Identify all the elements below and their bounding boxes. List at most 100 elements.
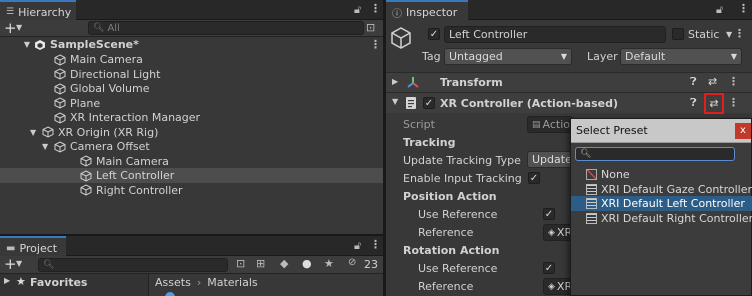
hierarchy-item-label: Camera Offset (70, 140, 150, 153)
hierarchy-item[interactable]: Main Camera (0, 52, 383, 67)
hierarchy-item[interactable]: Directional Light (0, 67, 383, 82)
chevron-down-icon[interactable]: ▼ (0, 40, 30, 49)
kebab-menu-icon[interactable]: ⋮ (738, 2, 749, 15)
chevron-right-icon[interactable]: ▶ (392, 77, 398, 86)
help-icon[interactable]: ❓︎ (690, 96, 697, 110)
search-icon: 🔍︎ (580, 149, 592, 159)
layer-dropdown[interactable]: Default ▼ (620, 48, 742, 65)
xr-controller-component-header[interactable]: ▼ ✓ XR Controller (Action-based) ❓︎ ⇄ ⋮ (386, 92, 752, 114)
chevron-down-icon[interactable]: ▼ (42, 142, 50, 151)
hierarchy-item[interactable]: Plane (0, 96, 383, 111)
transform-component-header[interactable]: ▶ Transform ❓︎ ⇄ ⋮ (386, 72, 752, 92)
project-tabbar: ▬ Project 🔓︎ ⋮ (0, 236, 383, 256)
preset-option-label: XRI Default Right Controller (601, 211, 752, 225)
chevron-right-icon[interactable]: ▶ (4, 276, 10, 285)
hierarchy-item[interactable]: Global Volume (0, 81, 383, 96)
close-icon: x (740, 125, 746, 136)
lock-icon[interactable]: 🔓︎ (354, 239, 361, 253)
hierarchy-item[interactable]: ▼ Camera Offset (0, 139, 383, 154)
search-by-type-icon[interactable]: ⊡ (236, 257, 245, 270)
update-tracking-type-dropdown[interactable]: Update (527, 151, 573, 168)
preset-icon (586, 212, 597, 224)
filter-icon[interactable]: ⊞ (256, 257, 265, 270)
rotation-reference-field[interactable]: ◈ XR (543, 278, 573, 295)
preset-icon[interactable]: ⇄ (708, 75, 717, 88)
info-icon[interactable]: ● (302, 257, 312, 270)
kebab-menu-icon[interactable]: ⋮ (728, 96, 739, 109)
kebab-menu-icon[interactable]: ⋮ (734, 27, 745, 40)
tab-project-label: Project (19, 241, 58, 255)
transform-icon (407, 77, 419, 88)
component-enabled-checkbox[interactable]: ✓ (423, 97, 435, 109)
lock-icon[interactable]: 🔓︎ (716, 3, 723, 17)
hierarchy-item-label: XR Origin (XR Rig) (58, 125, 159, 139)
add-button[interactable]: + (4, 255, 17, 273)
hierarchy-toolbar: + ▼ 🔍︎ All ⊡ (0, 19, 383, 37)
close-button[interactable]: x (735, 123, 751, 139)
favorites-label[interactable]: Favorites (30, 276, 87, 289)
chevron-down-icon[interactable]: ▼ (16, 23, 22, 32)
chevron-down-icon[interactable]: ▼ (30, 128, 38, 137)
scene-name: SampleScene* (50, 38, 139, 51)
hierarchy-search-input[interactable]: 🔍︎ All (88, 21, 364, 35)
project-search-input[interactable]: 🔍︎ (38, 258, 228, 272)
preset-option[interactable]: None (571, 167, 752, 182)
hierarchy-item-label: Global Volume (70, 82, 150, 95)
cube-icon (54, 82, 66, 95)
lock-icon[interactable]: 🔓︎ (354, 3, 361, 17)
breadcrumb-assets[interactable]: Assets (155, 276, 191, 289)
add-button[interactable]: + (4, 19, 17, 37)
cube-icon (54, 140, 66, 153)
kebab-menu-icon[interactable]: ⋮ (370, 238, 381, 251)
enable-input-tracking-label: Enable Input Tracking (403, 172, 522, 185)
tab-project[interactable]: ▬ Project (0, 236, 66, 256)
label-icon[interactable]: ◆ (280, 257, 288, 270)
preset-icon (586, 198, 597, 209)
help-icon[interactable]: ❓︎ (690, 75, 697, 89)
hierarchy-item[interactable]: XR Interaction Manager (0, 110, 383, 125)
update-tracking-type-label: Update Tracking Type (403, 154, 521, 167)
position-use-reference-checkbox[interactable]: ✓ (543, 208, 555, 220)
cube-icon (54, 111, 66, 124)
star-icon[interactable]: ★ (324, 257, 334, 270)
project-content-panel: Assets › Materials (148, 274, 383, 296)
object-active-checkbox[interactable]: ✓ (428, 28, 440, 40)
hidden-count: 23 (364, 258, 378, 271)
chevron-down-icon[interactable]: ▼ (392, 97, 398, 106)
preset-option[interactable]: XRI Default Right Controller (571, 211, 752, 226)
preset-button-highlighted[interactable]: ⇄ (704, 93, 724, 114)
preset-option[interactable]: XRI Default Gaze Controller (571, 182, 752, 197)
chevron-down-icon[interactable]: ▼ (726, 30, 732, 39)
preset-option[interactable]: XRI Default Left Controller (571, 196, 752, 211)
tab-inspector[interactable]: ⓘ Inspector (386, 0, 468, 20)
preset-search-input[interactable]: 🔍︎ (575, 147, 735, 161)
layer-value: Default (625, 50, 666, 63)
hidden-packages-icon[interactable]: ⊘ (348, 257, 356, 268)
layer-label: Layer (587, 50, 618, 63)
chevron-down-icon: ▼ (730, 52, 737, 61)
kebab-menu-icon[interactable]: ⋮ (370, 2, 381, 15)
tab-hierarchy[interactable]: ☰ Hierarchy (0, 0, 76, 20)
gameobject-icon (391, 27, 411, 49)
breadcrumb-materials[interactable]: Materials (207, 276, 257, 289)
scene-root[interactable]: ▼ SampleScene* (0, 37, 383, 52)
kebab-menu-icon[interactable]: ⋮ (728, 75, 739, 88)
object-name-field[interactable]: Left Controller (444, 26, 666, 43)
none-icon (586, 169, 597, 180)
enable-input-tracking-checkbox[interactable]: ✓ (528, 172, 540, 184)
position-reference-field[interactable]: ◈ XR (543, 224, 573, 241)
script-label: Script (403, 118, 435, 131)
static-checkbox[interactable] (672, 28, 684, 40)
kebab-menu-icon[interactable]: ⋮ (370, 38, 381, 51)
cube-icon (54, 68, 66, 80)
hierarchy-item[interactable]: ▼ XR Origin (XR Rig) (0, 125, 383, 140)
hierarchy-tree: ▼ SampleScene* Main Camera Directional Li… (0, 37, 383, 234)
hierarchy-item[interactable]: Main Camera (0, 154, 383, 169)
hierarchy-item[interactable]: Right Controller (0, 183, 383, 198)
chevron-down-icon: ▼ (560, 52, 567, 61)
chevron-down-icon[interactable]: ▼ (16, 259, 22, 268)
rotation-use-reference-checkbox[interactable]: ✓ (543, 262, 555, 274)
tag-dropdown[interactable]: Untagged ▼ (444, 48, 572, 65)
scene-filter-icon[interactable]: ⊡ (366, 21, 375, 34)
hierarchy-item[interactable]: Left Controller (0, 168, 383, 183)
